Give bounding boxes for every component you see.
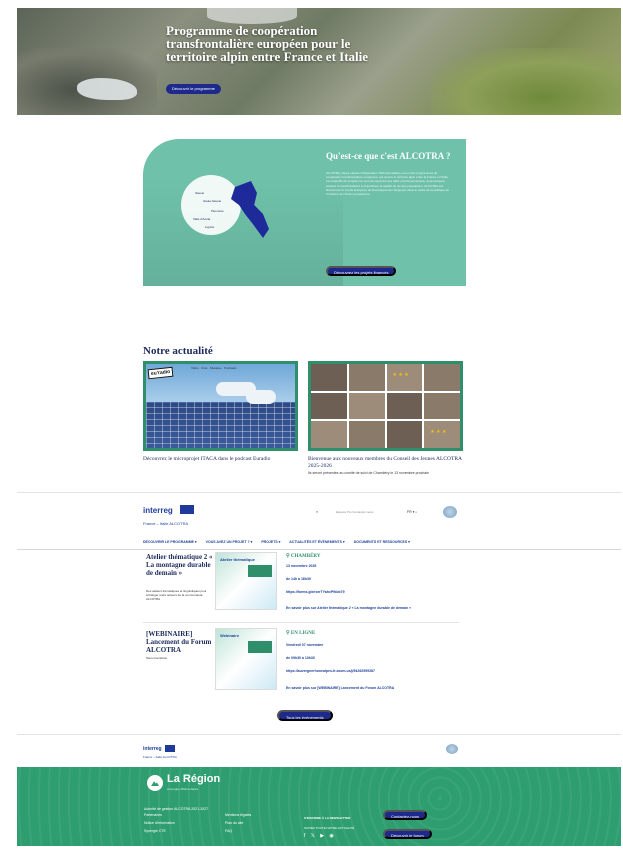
event-title[interactable]: [WEBINAIRE] Lancement du Forum ALCOTRA: [146, 630, 214, 654]
euradio-topbar: Vidéo · Ciné · Musique · Podcasts: [191, 366, 237, 370]
nav-item-documents[interactable]: DOCUMENTS ET RESSOURCES ▾: [354, 540, 410, 544]
footer-link-partners[interactable]: Partenaires: [144, 811, 175, 819]
news-card-caption[interactable]: Bienvenue aux nouveaux membres du Consei…: [308, 456, 463, 469]
map-label: Liguria: [205, 225, 215, 229]
event-location-text: EN LIGNE: [290, 631, 316, 636]
event-description: Des ateliers thématiques et linguistique…: [146, 589, 207, 601]
event-date: Vendredi 07 novembre: [286, 643, 324, 647]
hero-snow-top: [207, 8, 297, 24]
footer-link-synergie[interactable]: Synergie CTE: [144, 827, 175, 835]
alcotra-section: Savoie Haute-Savoie Piemonte Valle d'Aos…: [143, 139, 466, 286]
portrait: [386, 392, 423, 420]
portrait: [348, 364, 385, 391]
nav-item-project[interactable]: VOUS AVEZ UN PROJET ? ▾: [206, 540, 253, 544]
main-nav: DÉCOUVRIR LE PROGRAMME ▾ VOUS AVEZ UN PR…: [143, 540, 418, 544]
portrait: [348, 392, 385, 420]
event-location-text: CHAMBÉRY: [290, 554, 321, 559]
all-events-button[interactable]: Tous les événements: [277, 710, 333, 721]
eu-flag-icon: [165, 745, 175, 752]
event-title[interactable]: Atelier thématique 2 « La montagne durab…: [146, 553, 214, 577]
event-more-link[interactable]: En savoir plus sur Atelier thématique 2 …: [286, 606, 411, 610]
portrait: [424, 364, 460, 391]
portrait: [424, 392, 460, 420]
event-location: ⚲ EN LIGNE: [286, 631, 316, 636]
region-name: La Région: [167, 773, 221, 785]
event-time: de 09h30 à 10h30: [286, 656, 315, 660]
news-card-caption[interactable]: Découvrez le microprojet ITACA dans le p…: [143, 456, 298, 463]
event-image[interactable]: Atelier thématique: [215, 552, 277, 610]
map-label: Valle d'Aosta: [193, 217, 211, 221]
event-link[interactable]: https://forms.gle/rorrTYahcPfkbb79: [286, 590, 345, 594]
portrait: [311, 421, 347, 448]
event-location: ⚲ CHAMBÉRY: [286, 554, 321, 559]
discover-program-button[interactable]: Découvrir le programme: [166, 84, 221, 94]
event-link[interactable]: https://auvergnerhonealpes-fr.zoom.us/j/…: [286, 669, 375, 673]
eu-flag-icon: [180, 505, 194, 514]
eu-flag: [424, 421, 460, 448]
event-date: 13 novembre 2025: [286, 564, 317, 568]
news-card-image[interactable]: [308, 361, 463, 451]
region-footer: La Région Auvergne-Rhône-Alpes Autorité …: [17, 767, 621, 846]
news-card[interactable]: eu'radio Vidéo · Ciné · Musique · Podcas…: [143, 361, 298, 463]
event-image[interactable]: Webinaire: [215, 628, 277, 690]
interreg-footer-logo[interactable]: interreg: [143, 746, 162, 752]
youth-council-collage: [311, 364, 460, 448]
forum-button[interactable]: Découvrir le forum: [383, 829, 432, 839]
follow-label: SUIVEZ TOUTE NOTRE ACTUALITÉ: [304, 826, 355, 830]
footer-link-sitemap[interactable]: Plan du site: [225, 819, 251, 827]
divider: [17, 734, 621, 735]
contact-button[interactable]: Contactez-nous: [383, 810, 428, 820]
region-subtitle: Auvergne-Rhône-Alpes: [167, 787, 199, 791]
header-links[interactable]: Espace Pro Contactez-nous: [336, 510, 373, 514]
region-logo-icon[interactable]: [147, 775, 163, 791]
region-emblem-icon: [446, 744, 458, 754]
nav-item-news-events[interactable]: ACTUALITÉS ET ÉVÉNEMENTS ▾: [289, 540, 344, 544]
footer-links-col2: Mentions légales Plan du site FAQ: [225, 811, 251, 835]
hero-meadow: [431, 48, 621, 115]
alcotra-title: Qu'est-ce que c'est ALCOTRA ?: [326, 151, 451, 161]
portrait: [311, 364, 347, 391]
news-title: Notre actualité: [143, 345, 213, 357]
eu-flag: [386, 364, 423, 391]
newsletter-label[interactable]: S'INSCRIRE À LA NEWSLETTER: [304, 816, 350, 820]
footer-link-faq[interactable]: FAQ: [225, 827, 251, 835]
alcotra-description: ALCOTRA, Alpes Latines COopération TRAns…: [326, 171, 449, 197]
event-image-block: [248, 565, 272, 577]
social-icons[interactable]: f 𝕏 ▶ ◉: [304, 833, 336, 839]
portrait: [348, 421, 385, 448]
interreg-subtitle: France – Italie ALCOTRA: [143, 521, 189, 526]
map-label: Haute-Savoie: [203, 199, 222, 203]
event-image-block: [248, 641, 272, 653]
news-card-image[interactable]: eu'radio Vidéo · Ciné · Musique · Podcas…: [143, 361, 298, 451]
portrait: [386, 421, 423, 448]
search-icon[interactable]: ⌕: [316, 509, 318, 514]
interreg-logo[interactable]: interreg: [143, 506, 173, 515]
nav-item-projects[interactable]: PROJETS ▾: [261, 540, 280, 544]
nav-divider: [17, 549, 621, 550]
portrait: [311, 392, 347, 420]
interreg-footer-subtitle: France – Italie ALCOTRA: [143, 755, 177, 759]
map-label: Savoie: [195, 191, 205, 195]
nav-item-programme[interactable]: DÉCOUVRIR LE PROGRAMME ▾: [143, 540, 197, 544]
event-image-title: Webinaire: [220, 633, 240, 638]
funded-projects-button[interactable]: Découvrez les projets financés: [326, 266, 397, 276]
hero-title: Programme de coopération transfrontalièr…: [166, 23, 369, 64]
map-label: Piemonte: [211, 209, 224, 213]
event-time: de 14h à 16h30: [286, 577, 311, 581]
event-description: Sans inscription: [146, 656, 168, 660]
solar-grid: [146, 401, 295, 448]
footer-link-legal[interactable]: Mentions légales: [225, 811, 251, 819]
event-divider: [143, 622, 459, 623]
event-image-title: Atelier thématique: [220, 557, 255, 562]
footer-link-notice[interactable]: Notice d'information: [144, 819, 175, 827]
event-more-link[interactable]: En savoir plus sur [WEBINAIRE] Lancement…: [286, 686, 394, 690]
footer-links-col1: Partenaires Notice d'information Synergi…: [144, 811, 175, 835]
news-card[interactable]: Bienvenue aux nouveaux membres du Consei…: [308, 361, 463, 476]
language-selector[interactable]: FR ▾ ⌕: [407, 510, 417, 514]
news-card-subtitle: Ils seront présentés au comité de suivi …: [308, 471, 430, 475]
region-emblem-icon: [443, 506, 457, 518]
